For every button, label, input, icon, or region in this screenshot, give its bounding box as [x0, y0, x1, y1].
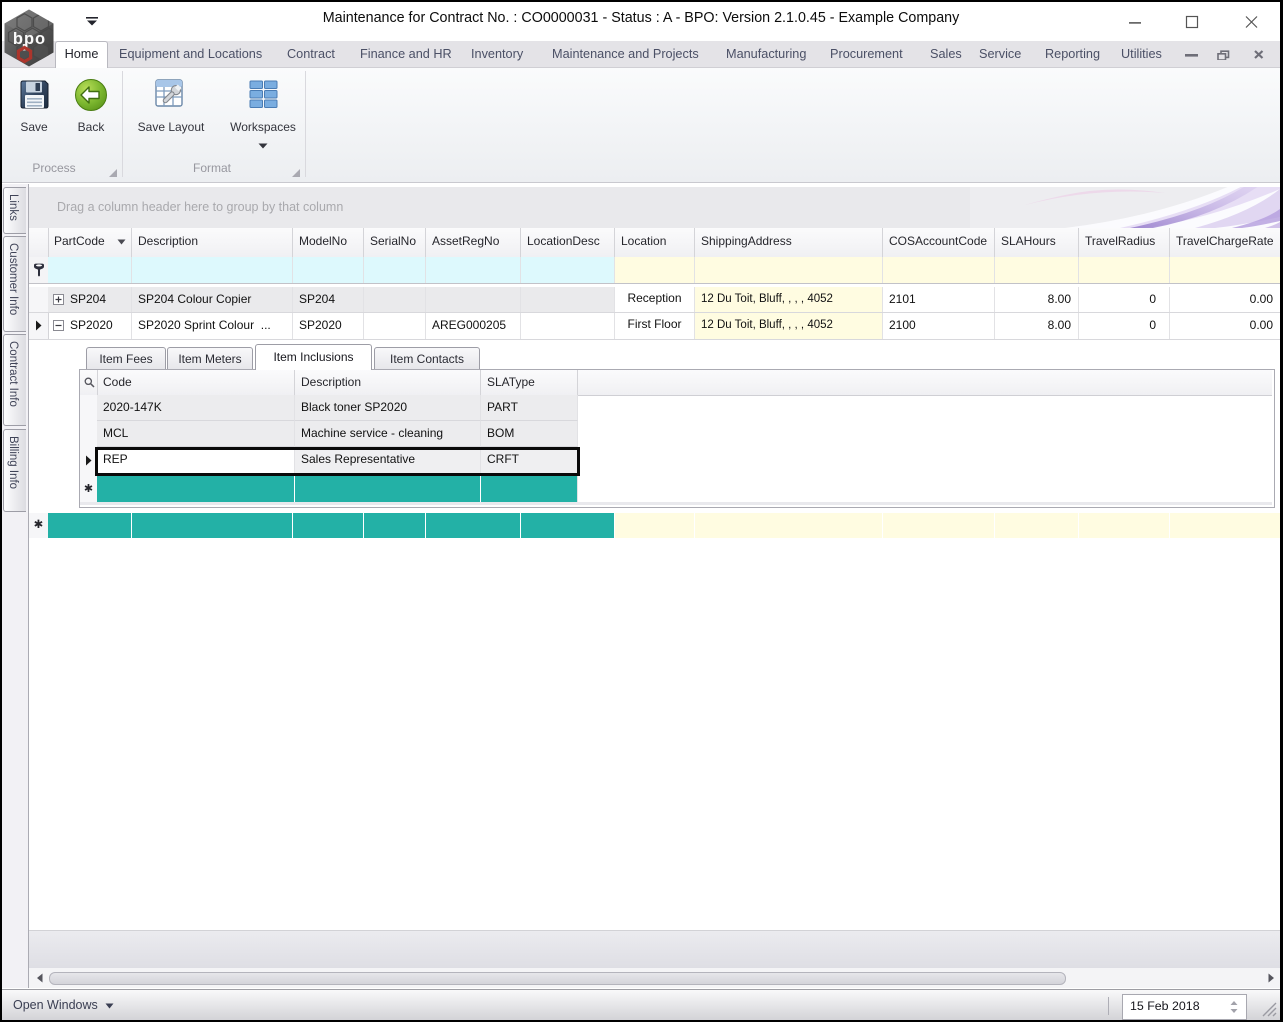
- svg-text:bpo: bpo: [13, 30, 46, 48]
